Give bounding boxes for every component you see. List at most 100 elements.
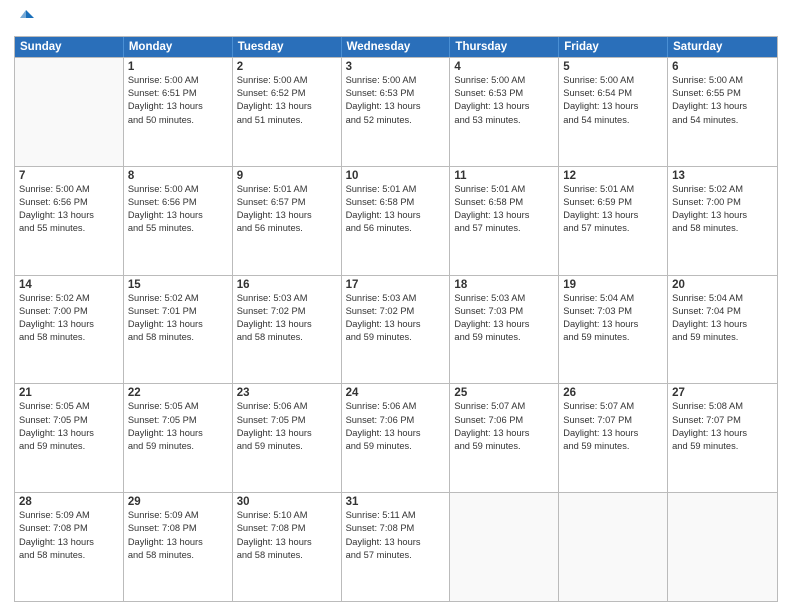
- calendar-header-cell-tuesday: Tuesday: [233, 37, 342, 57]
- day-info: Sunrise: 5:00 AMSunset: 6:52 PMDaylight:…: [237, 74, 337, 127]
- calendar-header-cell-friday: Friday: [559, 37, 668, 57]
- calendar-header: SundayMondayTuesdayWednesdayThursdayFrid…: [15, 37, 777, 57]
- calendar-cell: 20Sunrise: 5:04 AMSunset: 7:04 PMDayligh…: [668, 276, 777, 384]
- calendar-cell: 13Sunrise: 5:02 AMSunset: 7:00 PMDayligh…: [668, 167, 777, 275]
- calendar-week-1: 1Sunrise: 5:00 AMSunset: 6:51 PMDaylight…: [15, 57, 777, 166]
- day-number: 13: [672, 170, 773, 182]
- day-number: 9: [237, 170, 337, 182]
- day-number: 12: [563, 170, 663, 182]
- calendar-cell: [559, 493, 668, 601]
- calendar-cell: 24Sunrise: 5:06 AMSunset: 7:06 PMDayligh…: [342, 384, 451, 492]
- day-info: Sunrise: 5:01 AMSunset: 6:58 PMDaylight:…: [346, 183, 446, 236]
- calendar-week-3: 14Sunrise: 5:02 AMSunset: 7:00 PMDayligh…: [15, 275, 777, 384]
- calendar-cell: 23Sunrise: 5:06 AMSunset: 7:05 PMDayligh…: [233, 384, 342, 492]
- day-info: Sunrise: 5:05 AMSunset: 7:05 PMDaylight:…: [19, 400, 119, 453]
- day-info: Sunrise: 5:06 AMSunset: 7:05 PMDaylight:…: [237, 400, 337, 453]
- day-info: Sunrise: 5:00 AMSunset: 6:56 PMDaylight:…: [19, 183, 119, 236]
- day-number: 8: [128, 170, 228, 182]
- calendar-cell: 5Sunrise: 5:00 AMSunset: 6:54 PMDaylight…: [559, 58, 668, 166]
- calendar-cell: 15Sunrise: 5:02 AMSunset: 7:01 PMDayligh…: [124, 276, 233, 384]
- day-number: 5: [563, 61, 663, 73]
- day-info: Sunrise: 5:01 AMSunset: 6:59 PMDaylight:…: [563, 183, 663, 236]
- calendar-cell: 29Sunrise: 5:09 AMSunset: 7:08 PMDayligh…: [124, 493, 233, 601]
- day-info: Sunrise: 5:02 AMSunset: 7:00 PMDaylight:…: [19, 292, 119, 345]
- day-info: Sunrise: 5:01 AMSunset: 6:57 PMDaylight:…: [237, 183, 337, 236]
- calendar-week-5: 28Sunrise: 5:09 AMSunset: 7:08 PMDayligh…: [15, 492, 777, 601]
- calendar-cell: 3Sunrise: 5:00 AMSunset: 6:53 PMDaylight…: [342, 58, 451, 166]
- day-number: 2: [237, 61, 337, 73]
- day-number: 14: [19, 279, 119, 291]
- calendar-week-4: 21Sunrise: 5:05 AMSunset: 7:05 PMDayligh…: [15, 383, 777, 492]
- day-info: Sunrise: 5:11 AMSunset: 7:08 PMDaylight:…: [346, 509, 446, 562]
- day-number: 7: [19, 170, 119, 182]
- day-number: 19: [563, 279, 663, 291]
- day-number: 17: [346, 279, 446, 291]
- header: [14, 10, 778, 28]
- day-number: 6: [672, 61, 773, 73]
- day-info: Sunrise: 5:03 AMSunset: 7:03 PMDaylight:…: [454, 292, 554, 345]
- calendar-cell: 18Sunrise: 5:03 AMSunset: 7:03 PMDayligh…: [450, 276, 559, 384]
- day-number: 23: [237, 387, 337, 399]
- logo: [14, 10, 36, 28]
- calendar-cell: 6Sunrise: 5:00 AMSunset: 6:55 PMDaylight…: [668, 58, 777, 166]
- day-info: Sunrise: 5:06 AMSunset: 7:06 PMDaylight:…: [346, 400, 446, 453]
- day-number: 28: [19, 496, 119, 508]
- day-info: Sunrise: 5:07 AMSunset: 7:07 PMDaylight:…: [563, 400, 663, 453]
- calendar-cell: 31Sunrise: 5:11 AMSunset: 7:08 PMDayligh…: [342, 493, 451, 601]
- day-info: Sunrise: 5:02 AMSunset: 7:01 PMDaylight:…: [128, 292, 228, 345]
- calendar-cell: 19Sunrise: 5:04 AMSunset: 7:03 PMDayligh…: [559, 276, 668, 384]
- calendar-cell: 22Sunrise: 5:05 AMSunset: 7:05 PMDayligh…: [124, 384, 233, 492]
- calendar-cell: 1Sunrise: 5:00 AMSunset: 6:51 PMDaylight…: [124, 58, 233, 166]
- calendar-cell: 25Sunrise: 5:07 AMSunset: 7:06 PMDayligh…: [450, 384, 559, 492]
- calendar-body: 1Sunrise: 5:00 AMSunset: 6:51 PMDaylight…: [15, 57, 777, 601]
- day-number: 26: [563, 387, 663, 399]
- calendar-header-cell-saturday: Saturday: [668, 37, 777, 57]
- day-info: Sunrise: 5:05 AMSunset: 7:05 PMDaylight:…: [128, 400, 228, 453]
- calendar-cell: 7Sunrise: 5:00 AMSunset: 6:56 PMDaylight…: [15, 167, 124, 275]
- calendar-cell: 27Sunrise: 5:08 AMSunset: 7:07 PMDayligh…: [668, 384, 777, 492]
- calendar-header-cell-thursday: Thursday: [450, 37, 559, 57]
- day-info: Sunrise: 5:00 AMSunset: 6:56 PMDaylight:…: [128, 183, 228, 236]
- calendar-cell: 10Sunrise: 5:01 AMSunset: 6:58 PMDayligh…: [342, 167, 451, 275]
- day-info: Sunrise: 5:08 AMSunset: 7:07 PMDaylight:…: [672, 400, 773, 453]
- day-number: 30: [237, 496, 337, 508]
- day-info: Sunrise: 5:00 AMSunset: 6:55 PMDaylight:…: [672, 74, 773, 127]
- calendar-cell: [15, 58, 124, 166]
- day-number: 1: [128, 61, 228, 73]
- day-number: 22: [128, 387, 228, 399]
- day-info: Sunrise: 5:04 AMSunset: 7:03 PMDaylight:…: [563, 292, 663, 345]
- day-number: 27: [672, 387, 773, 399]
- day-info: Sunrise: 5:04 AMSunset: 7:04 PMDaylight:…: [672, 292, 773, 345]
- calendar-week-2: 7Sunrise: 5:00 AMSunset: 6:56 PMDaylight…: [15, 166, 777, 275]
- day-number: 24: [346, 387, 446, 399]
- calendar-cell: 30Sunrise: 5:10 AMSunset: 7:08 PMDayligh…: [233, 493, 342, 601]
- day-info: Sunrise: 5:00 AMSunset: 6:53 PMDaylight:…: [346, 74, 446, 127]
- day-info: Sunrise: 5:03 AMSunset: 7:02 PMDaylight:…: [237, 292, 337, 345]
- calendar: SundayMondayTuesdayWednesdayThursdayFrid…: [14, 36, 778, 602]
- day-info: Sunrise: 5:03 AMSunset: 7:02 PMDaylight:…: [346, 292, 446, 345]
- calendar-cell: 4Sunrise: 5:00 AMSunset: 6:53 PMDaylight…: [450, 58, 559, 166]
- calendar-cell: 14Sunrise: 5:02 AMSunset: 7:00 PMDayligh…: [15, 276, 124, 384]
- day-info: Sunrise: 5:01 AMSunset: 6:58 PMDaylight:…: [454, 183, 554, 236]
- day-info: Sunrise: 5:07 AMSunset: 7:06 PMDaylight:…: [454, 400, 554, 453]
- calendar-header-cell-monday: Monday: [124, 37, 233, 57]
- day-info: Sunrise: 5:00 AMSunset: 6:53 PMDaylight:…: [454, 74, 554, 127]
- calendar-cell: [668, 493, 777, 601]
- calendar-cell: 11Sunrise: 5:01 AMSunset: 6:58 PMDayligh…: [450, 167, 559, 275]
- logo-flag-icon: [16, 8, 36, 28]
- day-number: 11: [454, 170, 554, 182]
- day-number: 20: [672, 279, 773, 291]
- calendar-cell: [450, 493, 559, 601]
- calendar-cell: 12Sunrise: 5:01 AMSunset: 6:59 PMDayligh…: [559, 167, 668, 275]
- calendar-cell: 8Sunrise: 5:00 AMSunset: 6:56 PMDaylight…: [124, 167, 233, 275]
- day-number: 10: [346, 170, 446, 182]
- calendar-cell: 26Sunrise: 5:07 AMSunset: 7:07 PMDayligh…: [559, 384, 668, 492]
- day-number: 29: [128, 496, 228, 508]
- page: SundayMondayTuesdayWednesdayThursdayFrid…: [0, 0, 792, 612]
- day-number: 25: [454, 387, 554, 399]
- day-info: Sunrise: 5:00 AMSunset: 6:54 PMDaylight:…: [563, 74, 663, 127]
- calendar-cell: 9Sunrise: 5:01 AMSunset: 6:57 PMDaylight…: [233, 167, 342, 275]
- day-info: Sunrise: 5:02 AMSunset: 7:00 PMDaylight:…: [672, 183, 773, 236]
- day-number: 3: [346, 61, 446, 73]
- day-number: 31: [346, 496, 446, 508]
